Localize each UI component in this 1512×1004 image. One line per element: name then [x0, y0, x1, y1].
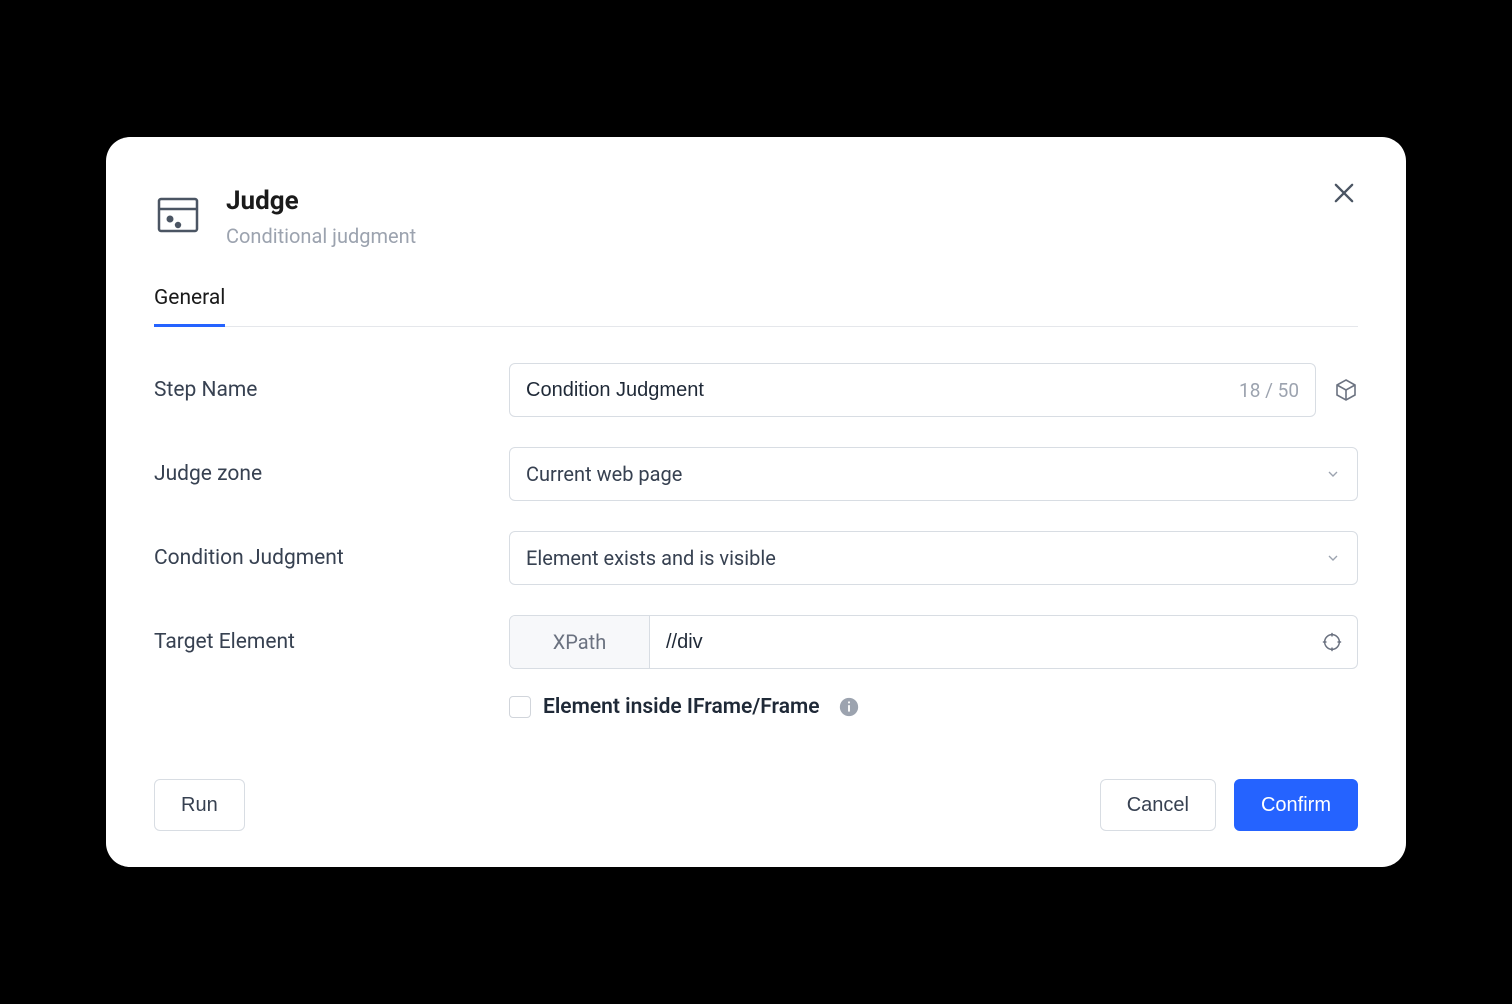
label-step-name: Step Name: [154, 378, 509, 402]
tabs: General: [154, 276, 1358, 327]
label-condition: Condition Judgment: [154, 546, 509, 570]
row-iframe-checkbox: Element inside IFrame/Frame: [509, 695, 1358, 719]
row-step-name: Step Name 18 / 50: [154, 363, 1358, 417]
step-name-field[interactable]: 18 / 50: [509, 363, 1316, 417]
iframe-checkbox[interactable]: [509, 696, 531, 718]
condition-select[interactable]: Element exists and is visible: [509, 531, 1358, 585]
tab-general[interactable]: General: [154, 276, 225, 327]
judge-zone-value: Current web page: [526, 462, 682, 486]
target-xpath-input[interactable]: [650, 616, 1307, 668]
step-name-char-count: 18 / 50: [1239, 379, 1299, 402]
chevron-down-icon: [1325, 550, 1341, 566]
info-icon[interactable]: [838, 696, 860, 718]
crosshair-icon: [1321, 631, 1343, 653]
judge-icon: [154, 191, 202, 239]
judge-zone-select[interactable]: Current web page: [509, 447, 1358, 501]
judge-dialog: Judge Conditional judgment General Step …: [106, 137, 1406, 868]
label-judge-zone: Judge zone: [154, 462, 509, 486]
step-name-input[interactable]: [526, 379, 1229, 402]
row-target-element: Target Element XPath: [154, 615, 1358, 669]
cube-icon: [1334, 378, 1358, 402]
condition-value: Element exists and is visible: [526, 546, 776, 570]
target-element-group: XPath: [509, 615, 1358, 669]
dialog-header: Judge Conditional judgment: [154, 185, 1358, 249]
element-picker-button[interactable]: [1307, 616, 1357, 668]
cancel-button[interactable]: Cancel: [1100, 779, 1216, 831]
label-target-element: Target Element: [154, 630, 509, 654]
dialog-title: Judge: [226, 185, 1358, 219]
row-condition: Condition Judgment Element exists and is…: [154, 531, 1358, 585]
variable-picker-button[interactable]: [1334, 378, 1358, 402]
close-icon: [1330, 179, 1358, 207]
close-button[interactable]: [1330, 179, 1358, 207]
iframe-checkbox-label: Element inside IFrame/Frame: [543, 695, 820, 719]
dialog-subtitle: Conditional judgment: [226, 224, 1358, 248]
dialog-footer: Run Cancel Confirm: [154, 779, 1358, 831]
row-judge-zone: Judge zone Current web page: [154, 447, 1358, 501]
run-button[interactable]: Run: [154, 779, 245, 831]
chevron-down-icon: [1325, 466, 1341, 482]
target-type-label[interactable]: XPath: [510, 616, 650, 668]
confirm-button[interactable]: Confirm: [1234, 779, 1358, 831]
